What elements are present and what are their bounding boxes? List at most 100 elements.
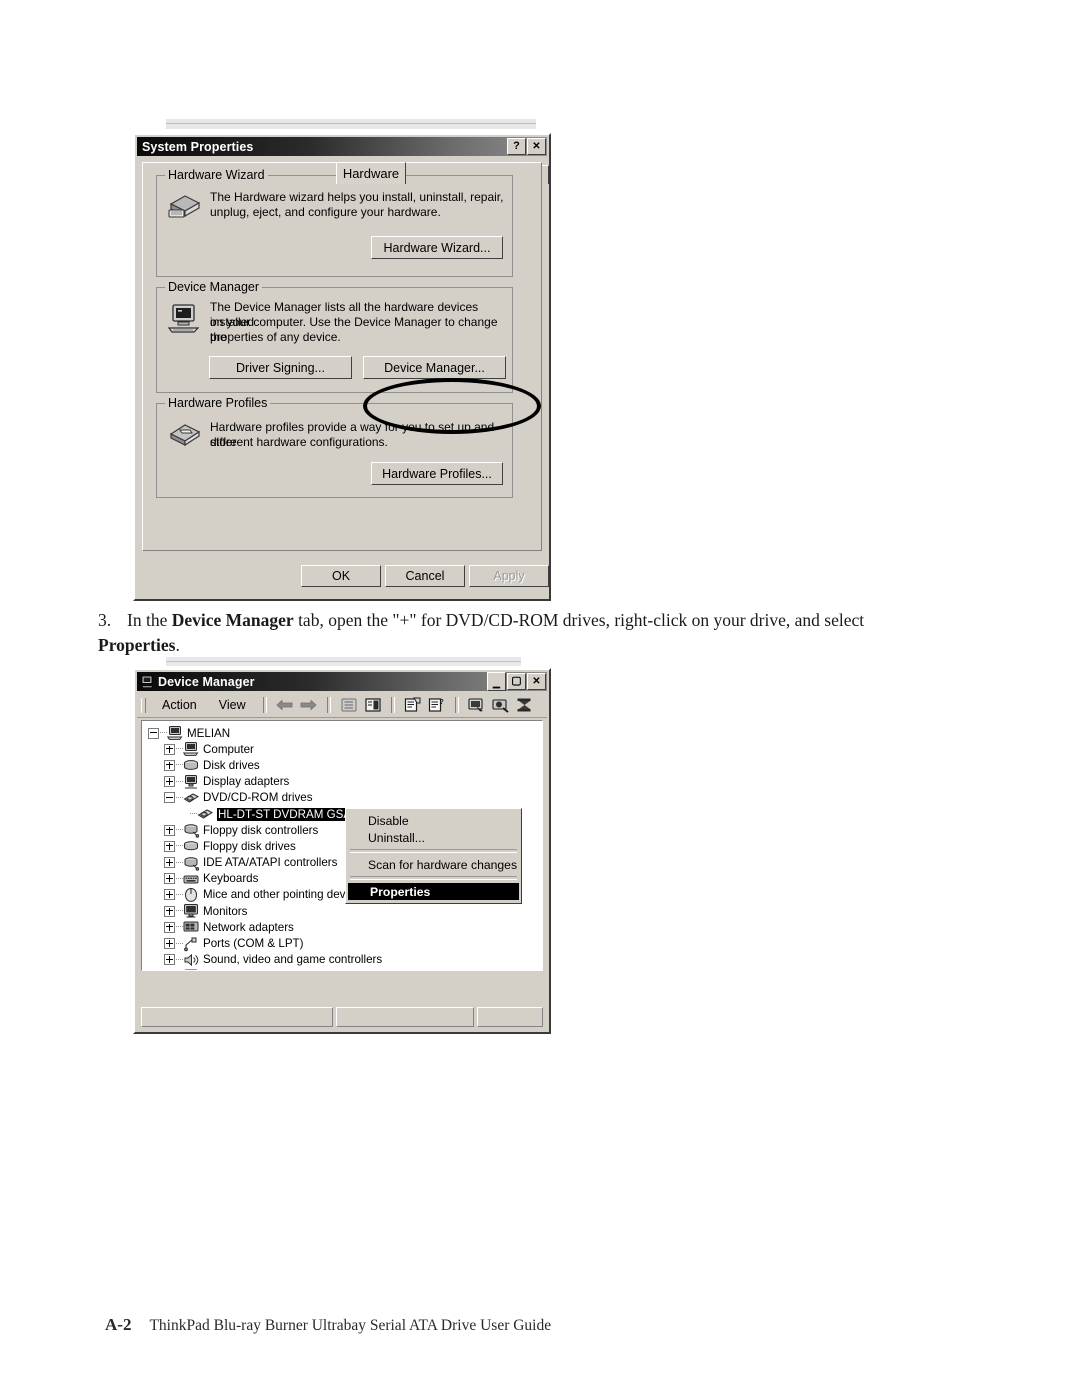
hardware-profiles-button[interactable]: Hardware Profiles... [371,462,503,485]
controller-icon [183,822,199,838]
group-hardware-wizard-legend: Hardware Wizard [165,168,268,182]
computer-icon [183,741,199,757]
device-tree-item[interactable]: Disk drives [148,757,542,773]
menu-view[interactable]: View [208,698,257,712]
device-tree-item[interactable]: System devices [148,968,542,971]
close-icon[interactable]: ✕ [527,138,546,155]
cancel-button[interactable]: Cancel [385,565,465,587]
device-tree-item-label: Computer [203,742,254,756]
toolbar-separator-3 [390,697,395,713]
device-manager-titlebar: Device Manager ▁ ▢ ✕ [137,672,547,691]
hardware-wizard-icon [167,192,201,227]
expand-icon[interactable] [164,889,175,901]
toolbar-separator [262,697,267,713]
group-hardware-profiles-desc-line2: different hardware configurations. [210,435,388,449]
expand-icon[interactable] [164,970,175,971]
uninstall-device-icon[interactable] [515,696,535,714]
tree-connector [176,893,183,896]
context-menu-separator-2 [350,876,517,880]
cdrom-icon [197,806,213,822]
help-properties-icon[interactable]: ? [427,696,447,714]
tree-connector [176,926,183,928]
group-device-manager-legend: Device Manager [165,280,263,294]
back-arrow-icon[interactable] [275,696,295,714]
expand-icon[interactable] [164,840,175,852]
menu-action[interactable]: Action [151,698,208,712]
apply-button: Apply [469,565,549,587]
device-tree-item[interactable]: Computer [148,741,542,757]
device-tree-item[interactable]: Network adapters [148,919,542,935]
update-driver-icon[interactable] [491,696,511,714]
scan-hardware-icon[interactable] [467,696,487,714]
step-body: In the Device Manager tab, open the "+" … [98,610,864,655]
system-properties-window: System Properties ? ✕ General Network Id… [133,133,551,601]
step-text-part-3: . [175,635,180,655]
step-text-part-2: tab, open the "+" for DVD/CD-ROM drives,… [293,610,865,630]
port-icon [183,936,199,952]
expand-icon[interactable] [164,776,175,788]
expand-icon[interactable] [164,921,175,933]
device-tree-item[interactable]: DVD/CD-ROM drives [148,790,542,806]
properties-panel-icon[interactable] [363,696,383,714]
expand-icon[interactable] [164,938,175,950]
system-properties-title: System Properties [142,139,254,154]
system-device-icon [183,968,199,970]
monitor-icon [183,903,199,919]
toolbar-grip[interactable] [141,697,146,713]
context-menu-item-properties[interactable]: Properties [348,883,519,900]
device-manager-statusbar [141,1007,543,1027]
svg-text:?: ? [439,699,443,706]
maximize-icon[interactable]: ▢ [507,673,526,690]
properties-icon[interactable] [403,696,423,714]
scan-artifact-top [166,119,536,129]
collapse-icon[interactable] [164,792,175,804]
context-menu-item-scan-for-hardware-changes[interactable]: Scan for hardware changes [346,856,521,873]
device-tree-item-label: Floppy disk drives [203,839,296,853]
help-icon[interactable]: ? [507,138,526,155]
keyboard-icon [183,871,199,887]
tree-connector [176,910,183,912]
device-tree-item[interactable]: Monitors [148,903,542,919]
tree-connector [176,861,183,864]
expand-icon[interactable] [164,824,175,836]
cdrom-icon [183,790,199,806]
close-icon[interactable]: ✕ [527,673,546,690]
device-tree-item[interactable]: Ports (COM & LPT) [148,935,542,951]
expand-icon[interactable] [164,873,175,885]
driver-signing-button[interactable]: Driver Signing... [209,356,352,379]
device-context-menu[interactable]: Disable Uninstall... Scan for hardware c… [345,808,522,904]
device-tree-item-label: Sound, video and game controllers [203,953,383,967]
device-manager-button[interactable]: Device Manager... [363,356,506,379]
status-pane-3 [477,1007,543,1027]
collapse-icon[interactable] [148,727,159,739]
ok-button[interactable]: OK [301,565,381,587]
expand-icon[interactable] [164,954,175,966]
expand-icon[interactable] [164,857,175,869]
status-pane-1 [141,1007,333,1027]
tree-connector [176,877,183,880]
device-tree-item[interactable]: Display adapters [148,774,542,790]
device-tree-item[interactable]: Sound, video and game controllers [148,952,542,968]
group-device-manager-desc-line3: properties of any device. [210,330,341,344]
step-text-part-1: In the [127,610,172,630]
hardware-tab-panel: Hardware Wizard The Hardware wizard help… [142,162,542,551]
tab-hardware[interactable]: Hardware [336,162,406,184]
device-tree-item-label: MELIAN [187,726,231,740]
tree-toggle-spacer [180,810,189,819]
expand-icon[interactable] [164,759,175,771]
toolbar-separator-4 [454,697,459,713]
tree-connector [160,732,167,734]
forward-arrow-icon[interactable] [299,696,319,714]
minimize-icon[interactable]: ▁ [487,672,506,691]
expand-icon[interactable] [164,743,175,755]
device-tree-item-label: Display adapters [203,775,290,789]
hardware-wizard-button[interactable]: Hardware Wizard... [371,236,503,259]
context-menu-item-uninstall[interactable]: Uninstall... [346,829,521,846]
show-hidden-devices-icon[interactable] [339,696,359,714]
toolbar-separator-2 [326,697,331,713]
step-number: 3. [98,610,112,630]
expand-icon[interactable] [164,905,175,917]
context-menu-item-disable[interactable]: Disable [346,812,521,829]
device-tree-item[interactable]: MELIAN [148,725,542,741]
device-tree-item-label: IDE ATA/ATAPI controllers [203,856,338,870]
